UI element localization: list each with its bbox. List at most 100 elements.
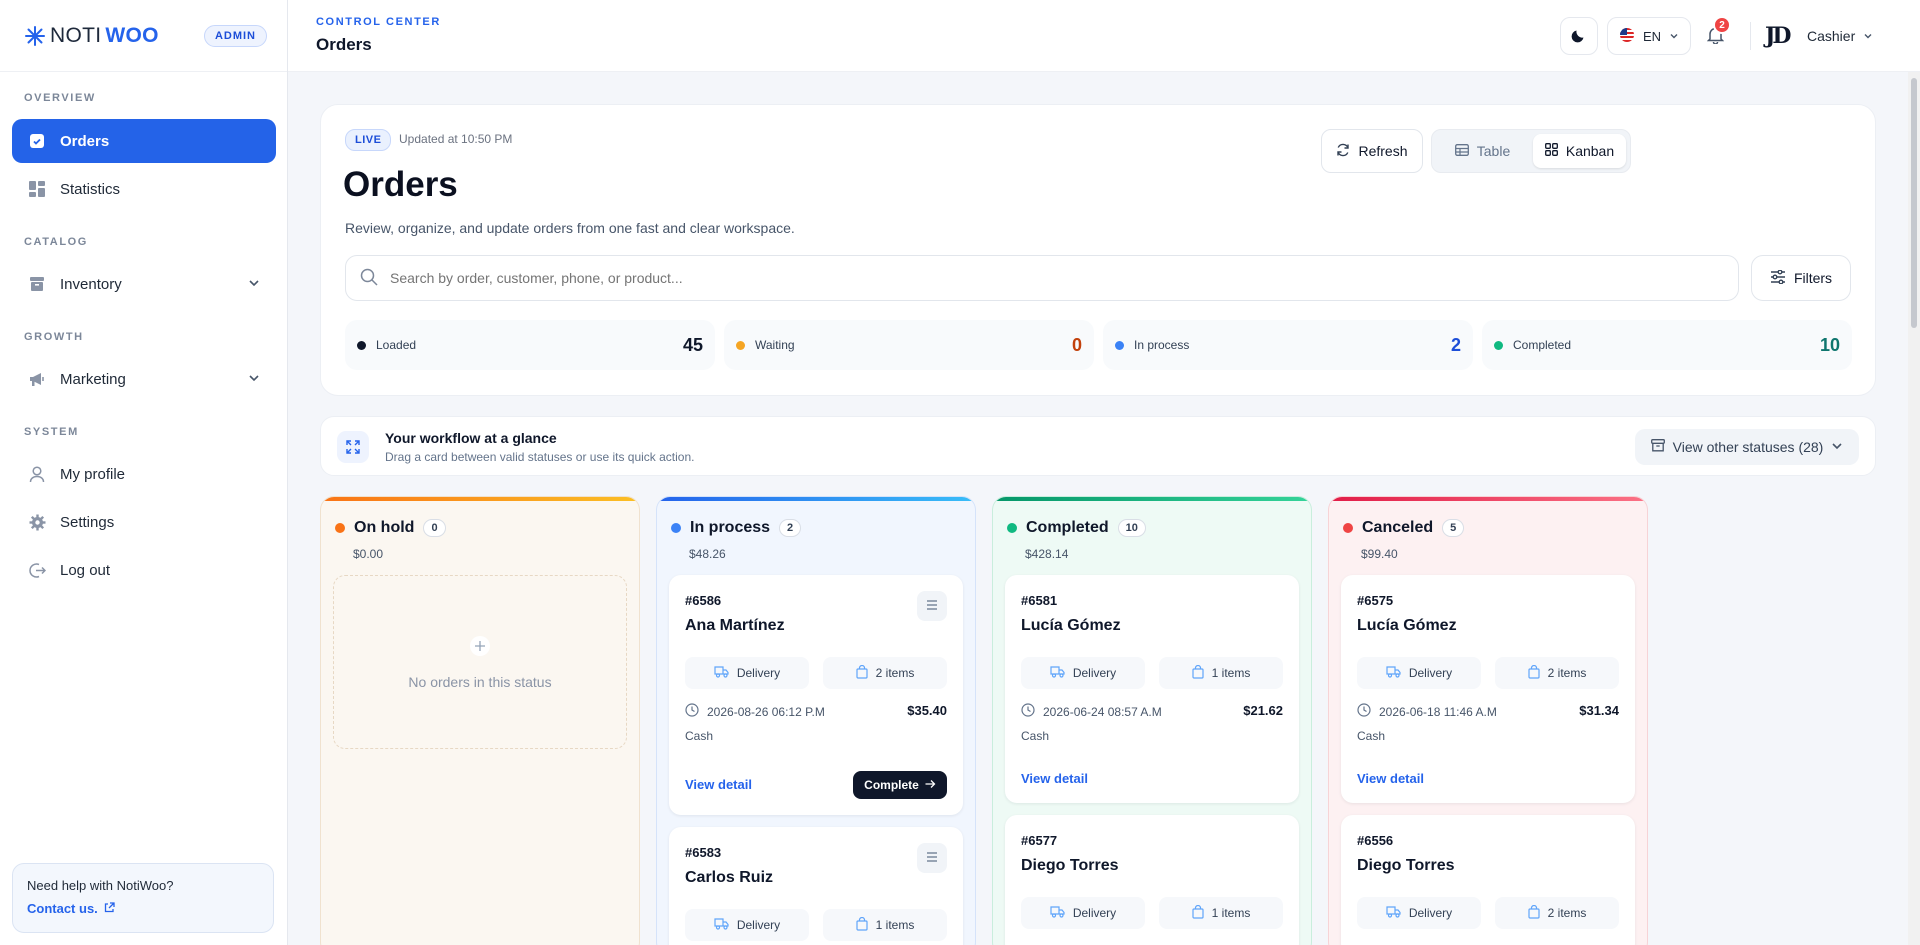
orders-title: Orders [343, 165, 458, 204]
kanban-column-completed: Completed 10 $428.14 #6581 Lucía Gómez D… [992, 496, 1312, 945]
divider [1750, 22, 1751, 50]
user-icon [28, 465, 46, 483]
page-scrollbar[interactable] [1908, 72, 1920, 945]
order-card[interactable]: #6586 Ana Martínez Delivery 2 items 2026… [669, 575, 963, 815]
order-card[interactable]: #6556 Diego Torres Delivery 2 items [1341, 815, 1635, 945]
theme-toggle-button[interactable] [1560, 17, 1598, 55]
view-detail-link[interactable]: View detail [1021, 771, 1088, 786]
external-link-icon [104, 901, 115, 916]
view-table-option[interactable]: Table [1436, 134, 1529, 168]
items-label: 1 items [875, 918, 915, 932]
order-id: #6581 [1021, 593, 1058, 608]
workflow-subtitle: Drag a card between valid statuses or us… [385, 450, 695, 464]
logo[interactable]: NOTI WOO [24, 24, 159, 48]
flag-us-icon [1619, 27, 1635, 46]
customer-name: Diego Torres [1021, 857, 1119, 874]
search-icon [360, 268, 378, 289]
view-detail-link[interactable]: View detail [685, 777, 752, 792]
refresh-icon [1336, 143, 1350, 160]
user-role: Cashier [1807, 28, 1856, 44]
user-menu-button[interactable]: JD Cashier [1764, 17, 1882, 55]
expand-icon [337, 431, 369, 463]
drag-handle-menu[interactable] [917, 843, 947, 873]
payment-method: Cash [685, 729, 714, 743]
order-card[interactable]: #6583 Carlos Ruiz Delivery 1 items [669, 827, 963, 945]
view-other-statuses-button[interactable]: View other statuses (28) [1635, 429, 1859, 465]
drag-handle-menu[interactable] [917, 591, 947, 621]
gear-icon [28, 513, 46, 531]
bag-icon [1192, 904, 1204, 922]
filters-button[interactable]: Filters [1751, 255, 1851, 301]
language-select[interactable]: EN [1607, 17, 1691, 55]
items-label: 1 items [1211, 666, 1251, 680]
column-title: Canceled [1362, 519, 1434, 536]
kanban-column-canceled: Canceled 5 $99.40 #6575 Lucía Gómez Deli… [1328, 496, 1648, 945]
order-card[interactable]: #6575 Lucía Gómez Delivery 2 items 2026-… [1341, 575, 1635, 803]
updated-time: Updated at 10:50 PM [399, 132, 513, 146]
order-card[interactable]: #6581 Lucía Gómez Delivery 1 items 2026-… [1005, 575, 1299, 803]
view-table-label: Table [1476, 143, 1511, 159]
order-date: 2026-06-24 08:57 A.M [1021, 703, 1162, 720]
sidebar-item-statistics[interactable]: Statistics [12, 167, 276, 211]
items-label: 2 items [1547, 906, 1587, 920]
chevron-down-icon [1863, 29, 1873, 44]
delivery-label: Delivery [1072, 666, 1117, 680]
sidebar-item-inventory[interactable]: Inventory [12, 262, 276, 306]
column-count-badge: 5 [1442, 519, 1465, 537]
logout-icon [28, 561, 46, 579]
workflow-bar: Your workflow at a glance Drag a card be… [320, 416, 1876, 476]
sidebar-item-orders[interactable]: Orders [12, 119, 276, 163]
view-toggle: Table Kanban [1431, 129, 1631, 173]
view-detail-link[interactable]: View detail [1357, 771, 1424, 786]
bag-icon [856, 664, 868, 682]
chevron-down-icon [1831, 439, 1843, 455]
notifications-button[interactable]: 2 [1696, 16, 1734, 55]
admin-badge: ADMIN [203, 24, 267, 47]
stat-label: Loaded [376, 338, 417, 352]
status-dot [1115, 340, 1124, 350]
kanban-icon [1544, 143, 1558, 159]
delivery-label: Delivery [1072, 906, 1117, 920]
clock-icon [1357, 703, 1371, 720]
delivery-chip: Delivery [685, 909, 809, 941]
contact-link[interactable]: Contact us. [27, 901, 259, 916]
order-id: #6586 [685, 593, 722, 608]
delivery-chip: Delivery [1357, 897, 1481, 929]
delivery-label: Delivery [1408, 666, 1453, 680]
logo-text-right: WOO [105, 23, 159, 47]
sidebar: NOTI WOO ADMIN OVERVIEW Orders Statistics… [0, 0, 288, 945]
column-count-badge: 10 [1117, 519, 1146, 537]
payment-method: Cash [1021, 729, 1050, 743]
notification-count-badge: 2 [1713, 16, 1731, 34]
delivery-label: Delivery [736, 918, 781, 932]
live-badge: LIVE [345, 129, 392, 151]
order-amount: $21.62 [1243, 703, 1283, 718]
complete-button[interactable]: Complete [853, 771, 947, 799]
sliders-icon [1770, 269, 1786, 287]
stat-label: In process [1134, 338, 1190, 352]
order-card[interactable]: #6577 Diego Torres Delivery 1 items [1005, 815, 1299, 945]
status-dot [1007, 523, 1017, 533]
column-total: $0.00 [353, 547, 384, 561]
search-input[interactable] [390, 270, 1690, 286]
moon-icon [1571, 27, 1587, 46]
column-total: $48.26 [689, 547, 726, 561]
sidebar-item-marketing[interactable]: Marketing [12, 357, 276, 401]
view-kanban-option[interactable]: Kanban [1533, 134, 1626, 168]
sidebar-item-settings[interactable]: Settings [12, 500, 276, 544]
bag-icon [1528, 904, 1540, 922]
order-id: #6556 [1357, 833, 1394, 848]
refresh-button[interactable]: Refresh [1321, 129, 1423, 173]
status-dot [357, 340, 366, 350]
stat-value: 45 [682, 334, 703, 355]
items-chip: 1 items [823, 909, 947, 941]
sidebar-item-my-profile[interactable]: My profile [12, 452, 276, 496]
scrollbar-thumb[interactable] [1911, 78, 1917, 328]
sidebar-item-log-out[interactable]: Log out [12, 548, 276, 592]
customer-name: Ana Martínez [685, 617, 785, 634]
column-title: Completed [1026, 519, 1109, 536]
column-title: On hold [354, 519, 415, 536]
chevron-down-icon [1669, 29, 1679, 44]
delivery-chip: Delivery [1357, 657, 1481, 689]
stat-in-process: In process 2 [1103, 320, 1473, 370]
